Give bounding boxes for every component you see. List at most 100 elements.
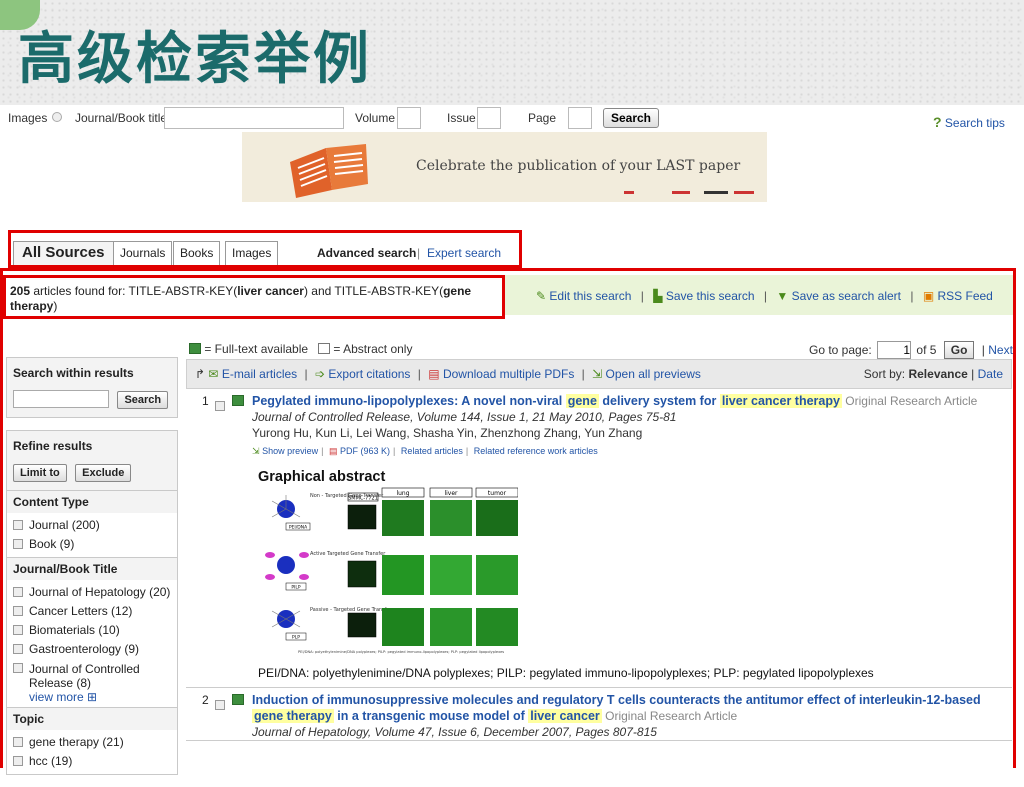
- facet-checkbox[interactable]: [13, 644, 23, 655]
- pdf-icon: ▤: [328, 446, 338, 456]
- search-within-button[interactable]: Search: [117, 391, 169, 410]
- result-title-link[interactable]: Pegylated immuno-lipopolyplexes: A novel…: [252, 393, 1012, 409]
- help-icon: ?: [933, 114, 942, 130]
- tab-images[interactable]: Images: [225, 241, 279, 265]
- sort-relevance[interactable]: Relevance: [908, 367, 967, 381]
- facet-checkbox[interactable]: [13, 737, 23, 748]
- download-pdfs-link[interactable]: Download multiple PDFs: [443, 367, 574, 381]
- facet-item[interactable]: hcc (19): [13, 752, 171, 771]
- ad-banner[interactable]: Celebrate the publication of your LAST p…: [242, 132, 767, 202]
- expert-search-link[interactable]: Expert search: [427, 246, 501, 260]
- vector-label: PILP: [291, 585, 301, 591]
- advanced-search-link[interactable]: Advanced search: [317, 246, 416, 260]
- search-button[interactable]: Search: [603, 108, 659, 128]
- full-text-icon: [232, 395, 244, 406]
- facet-item[interactable]: Gastroenterology (9): [13, 640, 171, 659]
- facet-checkbox[interactable]: [13, 625, 23, 636]
- facet-journal-title: Journal/Book Title: [7, 557, 177, 581]
- tab-books[interactable]: Books: [173, 241, 221, 265]
- exclude-button[interactable]: Exclude: [75, 464, 132, 483]
- facet-checkbox[interactable]: [13, 539, 23, 550]
- banner-decoration: [734, 191, 754, 194]
- banner-text: Celebrate the publication of your LAST p…: [416, 158, 741, 174]
- limit-to-button[interactable]: Limit to: [13, 464, 67, 483]
- images-radio[interactable]: [52, 112, 62, 122]
- facet-item[interactable]: Journal of Controlled Release (8): [13, 662, 171, 690]
- result-title-link[interactable]: Induction of immunosuppressive molecules…: [252, 692, 1012, 724]
- facet-item[interactable]: Biomaterials (10): [13, 621, 171, 640]
- journal-title-input[interactable]: [164, 107, 344, 129]
- tab-all-sources[interactable]: All Sources: [13, 241, 114, 265]
- facet-checkbox[interactable]: [13, 520, 23, 531]
- micrograph: [382, 555, 424, 595]
- refine-box: Refine results Limit to Exclude Content …: [6, 430, 178, 776]
- micrograph: [382, 608, 424, 646]
- banner-decoration: [624, 191, 634, 194]
- page-number-input[interactable]: [877, 341, 912, 359]
- view-more-link[interactable]: view more ⊞: [13, 690, 171, 704]
- micrograph: [430, 608, 472, 646]
- page-input[interactable]: [568, 107, 592, 129]
- article-type: Original Research Article: [845, 394, 978, 408]
- micrograph: [476, 555, 518, 595]
- facet-checkbox[interactable]: [13, 606, 23, 617]
- related-reference-link[interactable]: Related reference work articles: [474, 446, 598, 456]
- sort-label: Sort by:: [863, 367, 906, 381]
- rss-feed-link[interactable]: RSS Feed: [938, 289, 993, 303]
- search-tips-link[interactable]: ? Search tips: [933, 114, 1005, 130]
- edit-search-link[interactable]: Edit this search: [549, 289, 631, 303]
- volume-input[interactable]: [397, 107, 421, 129]
- figure-col-label: liver: [444, 490, 458, 497]
- query-mid: ) and TITLE-ABSTR-KEY(: [303, 284, 444, 298]
- banner-decoration: [704, 191, 728, 194]
- show-preview-link[interactable]: Show preview: [262, 446, 318, 456]
- facet-item[interactable]: gene therapy (21): [13, 733, 171, 752]
- edit-icon: ✎: [536, 289, 547, 303]
- graphical-abstract-caption: PEI/DNA: polyethylenimine/DNA polyplexes…: [258, 666, 874, 680]
- export-citations-link[interactable]: Export citations: [328, 367, 410, 381]
- facet-item[interactable]: Cancer Letters (12): [13, 602, 171, 621]
- micrograph: [476, 500, 518, 536]
- tab-journals[interactable]: Journals: [113, 241, 173, 265]
- micrograph: [382, 500, 424, 536]
- refine-title: Refine results: [13, 439, 93, 454]
- save-alert-link[interactable]: Save as search alert: [792, 289, 901, 303]
- facet-checkbox[interactable]: [13, 756, 23, 767]
- pdf-link[interactable]: PDF (963 K): [340, 446, 390, 456]
- email-articles-link[interactable]: E-mail articles: [222, 367, 297, 381]
- save-search-link[interactable]: Save this search: [666, 289, 755, 303]
- issue-label: Issue: [447, 111, 476, 125]
- result-item: 2 Induction of immunosuppressive molecul…: [186, 688, 1012, 741]
- figure-row-label: Non - Targeted Gene Transfer: [310, 493, 384, 499]
- images-label: Images: [8, 111, 48, 125]
- facet-checkbox[interactable]: [13, 587, 23, 598]
- figure-row-label: Passive - Targeted Gene Transfer: [310, 607, 393, 613]
- goto-label: Go to page:: [809, 343, 872, 357]
- result-checkbox[interactable]: [215, 401, 225, 411]
- search-actions: ✎ Edit this search | ▙ Save this search …: [536, 289, 993, 303]
- facet-item[interactable]: Book (9): [13, 535, 171, 554]
- facet-item[interactable]: Journal of Hepatology (20): [13, 583, 171, 602]
- go-button[interactable]: Go: [943, 341, 975, 359]
- graphical-abstract-title: Graphical abstract: [258, 469, 386, 485]
- search-within-title: Search within results: [13, 366, 134, 380]
- figure-col-label: tumor: [488, 490, 507, 497]
- facet-checkbox[interactable]: [13, 663, 23, 674]
- facet-item[interactable]: Journal (200): [13, 516, 171, 535]
- book-icon: [290, 144, 368, 198]
- result-checkbox[interactable]: [215, 700, 225, 710]
- facet-content-type-title: Content Type: [7, 490, 177, 514]
- issue-input[interactable]: [477, 107, 501, 129]
- rss-icon: ▣: [922, 289, 935, 303]
- query-term-1: liver cancer: [237, 284, 304, 298]
- search-within-input[interactable]: [13, 390, 109, 408]
- query-suffix: ): [53, 299, 58, 313]
- sort-date-link[interactable]: Date: [978, 367, 1003, 381]
- abstract-label: = Abstract only: [333, 342, 413, 356]
- next-page-link[interactable]: Next: [988, 343, 1013, 357]
- related-articles-link[interactable]: Related articles: [401, 446, 463, 456]
- source-tabs: All Sources Journals Books Images Advanc…: [8, 230, 522, 268]
- open-previews-link[interactable]: Open all previews: [606, 367, 701, 381]
- alert-icon: ▼: [776, 289, 789, 303]
- sort-control: Sort by: Relevance | Date: [863, 367, 1003, 381]
